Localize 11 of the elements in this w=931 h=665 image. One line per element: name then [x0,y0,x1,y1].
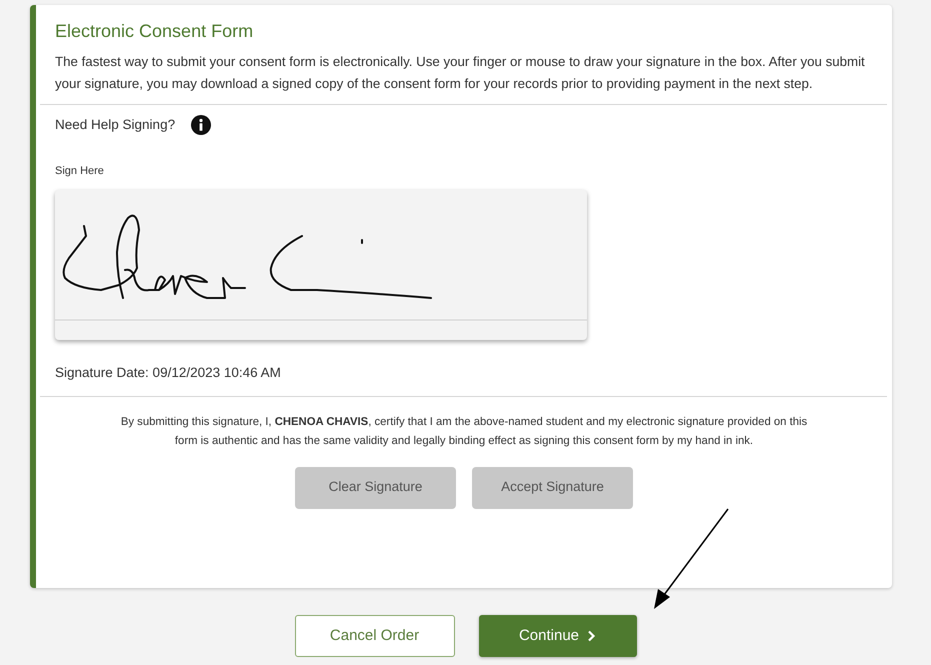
signature-pad[interactable] [55,190,587,340]
signature-date: Signature Date: 09/12/2023 10:46 AM [55,365,281,380]
continue-button[interactable]: Continue [478,615,636,657]
help-label: Need Help Signing? [55,116,176,134]
cancel-button[interactable]: Cancel Order [294,615,454,657]
certification-text: By submitting this signature, I, CHENOA CHAVIS, certify that I am the above-named student and my electronic signature provided on this form is authentic and has the same validity and legally binding effect as signing this consent form by my hand in ink. [120,414,808,449]
info-icon[interactable] [191,114,212,135]
chevron-right-icon [587,630,596,642]
sign-label: Sign Here [55,164,104,177]
intro-text: The fastest way to submit your consent form is electronically. Use your finger or mouse to draw your signature in the box. After you submit your signature, you may download a signed copy of the consent form for your records prior to providing payment in the next step. [54,52,866,93]
form-title: Electronic Consent Form [54,20,254,43]
